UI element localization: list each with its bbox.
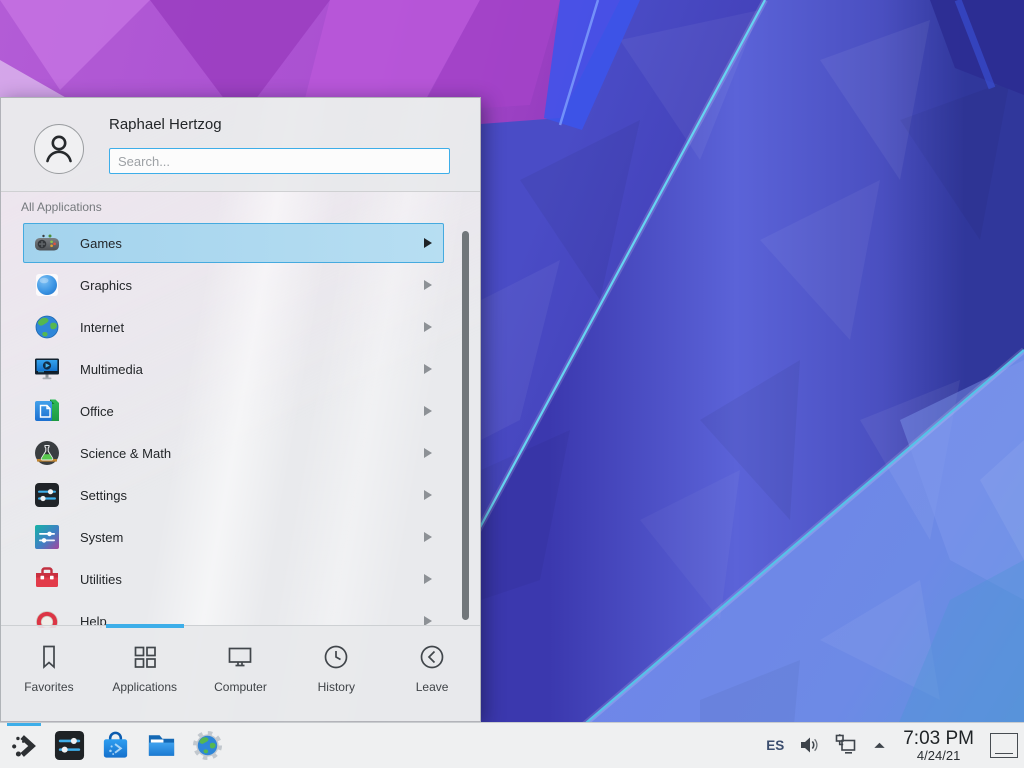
tab-label: Applications <box>112 680 177 694</box>
submenu-arrow-icon <box>424 448 432 458</box>
submenu-arrow-icon <box>424 364 432 374</box>
menu-item-label: Graphics <box>80 278 424 293</box>
menu-item-multimedia[interactable]: Multimedia <box>23 349 444 389</box>
system-tray: ES 7:0 <box>766 729 1020 763</box>
category-list: Games Graphics <box>1 223 480 628</box>
show-desktop-button[interactable] <box>990 733 1018 758</box>
submenu-arrow-icon <box>424 280 432 290</box>
keyboard-layout-indicator[interactable]: ES <box>766 738 784 753</box>
clock-time: 7:03 PM <box>903 729 974 749</box>
menu-item-label: Office <box>80 404 424 419</box>
launcher-header: Raphael Hertzog <box>1 98 480 192</box>
menu-item-label: Multimedia <box>80 362 424 377</box>
menu-item-label: Utilities <box>80 572 424 587</box>
user-avatar[interactable] <box>34 124 84 174</box>
sliders-dark-icon <box>33 481 61 509</box>
menu-item-internet[interactable]: Internet <box>23 307 444 347</box>
volume-icon[interactable] <box>798 734 820 756</box>
leave-icon <box>417 642 447 672</box>
submenu-arrow-icon <box>424 322 432 332</box>
tab-label: Computer <box>214 680 267 694</box>
tab-history[interactable]: History <box>288 626 384 721</box>
dolphin-folder-icon <box>145 729 178 762</box>
tab-computer[interactable]: Computer <box>193 626 289 721</box>
computer-icon <box>225 642 255 672</box>
submenu-arrow-icon <box>424 238 432 248</box>
menu-item-help[interactable]: Help <box>23 601 444 628</box>
documents-icon <box>33 397 61 425</box>
taskbar-app-system-settings[interactable] <box>46 723 92 768</box>
gamepad-icon <box>33 229 61 257</box>
clock-date: 4/24/21 <box>903 749 974 763</box>
digital-clock[interactable]: 7:03 PM 4/24/21 <box>903 729 974 763</box>
menu-item-office[interactable]: Office <box>23 391 444 431</box>
menu-item-label: Internet <box>80 320 424 335</box>
user-name: Raphael Hertzog <box>109 116 222 133</box>
tab-applications[interactable]: Applications <box>97 626 193 721</box>
menu-item-utilities[interactable]: Utilities <box>23 559 444 599</box>
monitor-play-icon <box>33 355 61 383</box>
user-icon <box>38 128 80 170</box>
menu-item-label: Games <box>80 236 424 251</box>
expand-tray-icon[interactable] <box>872 738 887 753</box>
flask-icon <box>33 439 61 467</box>
menu-scrollbar[interactable] <box>462 231 469 620</box>
system-settings-icon <box>53 729 86 762</box>
bookmark-icon <box>34 642 64 672</box>
desktop-line-icon <box>995 753 1013 754</box>
tab-label: Leave <box>416 680 449 694</box>
desktop: Raphael Hertzog All Applications <box>0 0 1024 768</box>
taskbar-panel: ES 7:0 <box>0 722 1024 768</box>
menu-item-label: Science & Math <box>80 446 424 461</box>
launcher-tabbar: Favorites Applications Computer <box>1 625 480 721</box>
menu-item-label: System <box>80 530 424 545</box>
globe-icon <box>33 313 61 341</box>
tab-favorites[interactable]: Favorites <box>1 626 97 721</box>
app-launcher-button[interactable] <box>4 723 46 768</box>
active-task-indicator <box>7 723 41 726</box>
application-launcher-menu: Raphael Hertzog All Applications <box>0 97 481 722</box>
submenu-arrow-icon <box>424 490 432 500</box>
sliders-gradient-icon <box>33 523 61 551</box>
taskbar-app-discover[interactable] <box>92 723 138 768</box>
submenu-arrow-icon <box>424 406 432 416</box>
submenu-arrow-icon <box>424 532 432 542</box>
app-grid-icon <box>130 642 160 672</box>
search-input[interactable] <box>109 148 450 174</box>
submenu-arrow-icon <box>424 574 432 584</box>
menu-item-label: Settings <box>80 488 424 503</box>
menu-item-science-math[interactable]: Science & Math <box>23 433 444 473</box>
tab-label: Favorites <box>24 680 73 694</box>
section-label: All Applications <box>21 200 102 214</box>
taskbar-app-dolphin[interactable] <box>138 723 184 768</box>
blue-sphere-icon <box>33 271 61 299</box>
tab-leave[interactable]: Leave <box>384 626 480 721</box>
tab-label: History <box>318 680 355 694</box>
network-icon[interactable] <box>834 733 858 757</box>
menu-item-system[interactable]: System <box>23 517 444 557</box>
menu-item-settings[interactable]: Settings <box>23 475 444 515</box>
kde-kickoff-icon <box>9 730 41 762</box>
discover-icon <box>99 729 132 762</box>
menu-item-games[interactable]: Games <box>23 223 444 263</box>
taskbar-app-konqueror[interactable] <box>184 723 230 768</box>
menu-item-graphics[interactable]: Graphics <box>23 265 444 305</box>
history-clock-icon <box>321 642 351 672</box>
konqueror-globe-icon <box>191 729 224 762</box>
toolbox-icon <box>33 565 61 593</box>
